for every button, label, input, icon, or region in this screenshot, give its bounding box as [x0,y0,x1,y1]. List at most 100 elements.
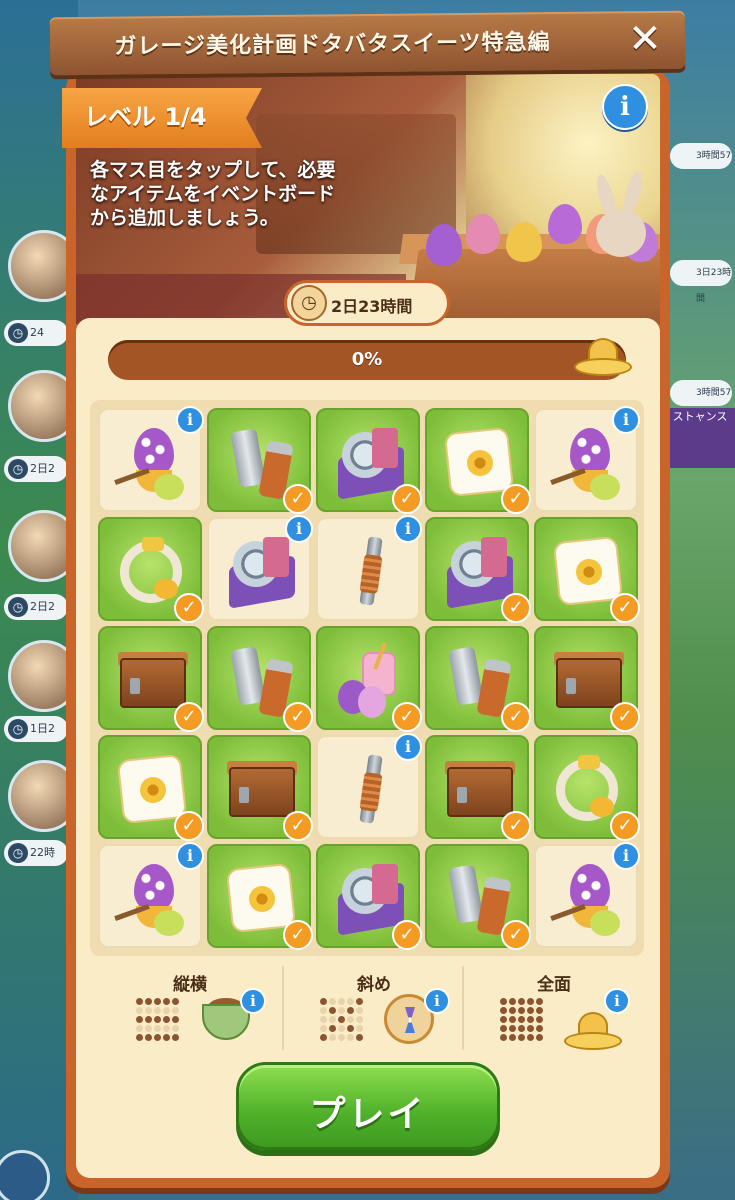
checkmark-icon: ✓ [283,920,313,950]
info-icon: i [250,992,256,1010]
pattern-dots [320,998,363,1041]
grid-tile[interactable]: ✓ [534,735,640,841]
egg-decoration [506,222,542,262]
grid-tile[interactable]: ✓ [316,844,422,950]
grid-tile[interactable]: ✓ [425,844,531,950]
checkmark-icon: ✓ [174,593,204,623]
info-button[interactable]: i [424,988,450,1014]
event-timer: ◷ 2日23時間 [284,280,450,326]
clock-icon: ◷ [291,285,327,321]
side-timer: ◷ 2日2 [4,594,68,620]
info-icon[interactable]: i [394,515,422,543]
checkmark-icon: ✓ [610,702,640,732]
info-button[interactable]: i [240,988,266,1014]
info-icon: i [434,992,440,1010]
grid-tile[interactable]: i [207,515,313,621]
title-banner: ガレージ美化計画ドタバタスイーツ特急編 ✕ [49,10,686,76]
grid-tile[interactable]: i [98,406,204,512]
grid-tile[interactable]: i [534,842,640,948]
info-button[interactable]: i [602,84,648,130]
side-timer-text: 24 [30,326,44,339]
right-event-banner[interactable]: ストャンス [665,408,735,468]
checkmark-icon: ✓ [501,811,531,841]
info-icon[interactable]: i [176,406,204,434]
checkmark-icon: ✓ [283,484,313,514]
checkmark-icon: ✓ [610,593,640,623]
grid-tile[interactable]: ✓ [207,626,313,732]
spool-icon [332,533,408,609]
grid-tile[interactable]: i [534,406,640,512]
info-icon[interactable]: i [612,842,640,870]
info-icon[interactable]: i [394,733,422,761]
grid-tile[interactable]: ✓ [98,626,204,732]
info-icon[interactable]: i [612,406,640,434]
info-button[interactable]: i [604,988,630,1014]
spool-icon [332,751,408,827]
reward-patterns: 縦横 i 斜め i 全面 i [100,966,640,1056]
play-button[interactable]: プレイ [236,1062,500,1150]
clock-icon: ◷ [8,597,28,617]
checkmark-icon: ✓ [174,811,204,841]
progress-bar: 0% [108,340,626,380]
bingo-grid: i ✓ ✓ ✓ i ✓ i i ✓ ✓ ✓ ✓ ✓ ✓ ✓ ✓ ✓ i ✓ ✓ i ✓ ✓ ✓ i [90,400,644,956]
side-timer: ◷ 2日2 [4,456,68,482]
grid-tile[interactable]: ✓ [98,517,204,623]
checkmark-icon: ✓ [610,811,640,841]
side-timer-text: 1日2 [30,722,55,735]
grid-tile[interactable]: ✓ [425,517,531,623]
checkmark-icon: ✓ [283,702,313,732]
egg-cup-icon [550,860,626,936]
right-timer-text: 3時間57 [696,151,732,161]
grid-tile[interactable]: i [316,733,422,839]
progress-reward-hat-icon[interactable] [574,336,634,380]
grid-tile[interactable]: i [98,842,204,948]
pattern-full: 全面 i [464,966,644,1056]
grid-tile[interactable]: ✓ [425,408,531,514]
grid-tile[interactable]: ✓ [207,408,313,514]
info-icon[interactable]: i [285,515,313,543]
clock-icon: ◷ [8,719,28,739]
info-icon: i [620,92,630,122]
bunny-head [596,209,646,257]
grid-tile[interactable]: ✓ [316,408,422,514]
grid-tile[interactable]: ✓ [207,844,313,950]
grid-tile[interactable]: ✓ [98,735,204,841]
egg-cup-icon [114,424,190,500]
play-button-label: プレイ [309,1094,427,1135]
checkmark-icon: ✓ [501,484,531,514]
checkmark-icon: ✓ [501,702,531,732]
checkmark-icon: ✓ [174,702,204,732]
chocolate-bunny [581,169,660,279]
info-icon: i [614,992,620,1010]
hat-brim [564,1032,622,1050]
event-title: ガレージ美化計画ドタバタスイーツ特急編 [114,30,551,60]
right-timer: 3日23時間 [670,260,732,304]
pattern-dots [500,998,543,1041]
side-timer-text: 22時 [30,846,55,859]
checkmark-icon: ✓ [392,484,422,514]
grid-tile[interactable]: ✓ [534,517,640,623]
timer-text: 2日23時間 [331,297,413,316]
checkmark-icon: ✓ [501,920,531,950]
side-timer: ◷ 1日2 [4,716,68,742]
right-banner-text: ストャンス [672,410,728,423]
info-icon[interactable]: i [176,842,204,870]
grid-tile[interactable]: ✓ [534,626,640,732]
grid-tile[interactable]: ✓ [207,735,313,841]
close-button[interactable]: ✕ [623,15,667,63]
egg-cup-icon [114,860,190,936]
pattern-dots [136,998,179,1041]
side-timer: ◷ 24 [4,320,68,346]
egg-cup-icon [550,424,626,500]
instruction-text: 各マス目をタップして、必要なアイテムをイベントボードから追加しましょう。 [90,159,336,229]
right-timer: 3時間57分 [670,380,732,424]
close-icon: ✕ [627,15,662,63]
clock-icon: ◷ [8,843,28,863]
grid-tile[interactable]: ✓ [425,626,531,732]
pattern-rows-columns: 縦横 i [100,966,280,1056]
grid-tile[interactable]: i [316,515,422,621]
clock-icon: ◷ [8,459,28,479]
grid-tile[interactable]: ✓ [425,735,531,841]
grid-tile[interactable]: ✓ [316,626,422,732]
egg-decoration [426,224,462,266]
